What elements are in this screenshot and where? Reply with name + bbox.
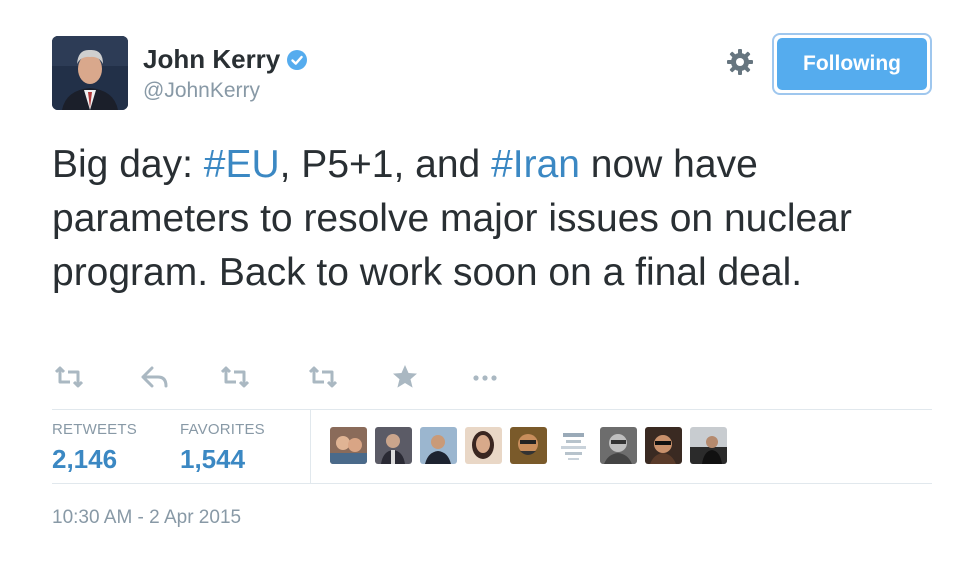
hashtag-link-iran[interactable]: #Iran bbox=[491, 143, 580, 186]
verified-badge-icon bbox=[286, 49, 308, 71]
author-name-row[interactable]: John Kerry bbox=[143, 44, 308, 75]
tweet-text-segment: Big day: bbox=[52, 143, 204, 186]
stats-top-divider bbox=[52, 409, 932, 410]
favorites-label: FAVORITES bbox=[180, 421, 265, 438]
following-button[interactable]: Following bbox=[772, 33, 932, 95]
author-name[interactable]: John Kerry bbox=[143, 44, 280, 75]
stats-separator bbox=[310, 410, 311, 483]
retweets-stat[interactable]: RETWEETS 2,146 bbox=[52, 421, 137, 475]
gear-icon[interactable] bbox=[724, 46, 756, 78]
more-icon[interactable] bbox=[468, 362, 502, 392]
tweet-timestamp[interactable]: 10:30 AM - 2 Apr 2015 bbox=[52, 507, 241, 529]
favoriter-avatar[interactable] bbox=[420, 427, 457, 464]
following-button-label: Following bbox=[777, 38, 927, 90]
favoriter-avatar[interactable] bbox=[465, 427, 502, 464]
retweet-icon[interactable] bbox=[306, 362, 340, 392]
tweet-text-segment: , P5+1, and bbox=[279, 143, 492, 186]
stats-bottom-divider bbox=[52, 483, 932, 484]
favoriter-avatar[interactable] bbox=[645, 427, 682, 464]
favoriter-avatar[interactable] bbox=[600, 427, 637, 464]
retweets-count: 2,146 bbox=[52, 444, 118, 474]
favoriters-avatars bbox=[330, 427, 727, 464]
reply-icon[interactable] bbox=[138, 362, 172, 392]
favoriter-avatar[interactable] bbox=[375, 427, 412, 464]
favoriter-avatar[interactable] bbox=[690, 427, 727, 464]
favorites-stat[interactable]: FAVORITES 1,544 bbox=[180, 421, 265, 475]
author-handle[interactable]: @JohnKerry bbox=[143, 79, 260, 103]
favoriter-avatar[interactable] bbox=[510, 427, 547, 464]
retweet-icon[interactable] bbox=[218, 362, 252, 392]
favoriter-avatar[interactable] bbox=[555, 427, 592, 464]
favorites-count: 1,544 bbox=[180, 444, 246, 474]
hashtag-link-eu[interactable]: #EU bbox=[204, 143, 280, 186]
retweets-label: RETWEETS bbox=[52, 421, 137, 438]
retweet-icon[interactable] bbox=[52, 362, 86, 392]
favorite-star-icon[interactable] bbox=[388, 362, 422, 392]
tweet-text: Big day: #EU, P5+1, and #Iran now have p… bbox=[52, 138, 932, 300]
author-avatar[interactable] bbox=[52, 36, 128, 110]
favoriter-avatar[interactable] bbox=[330, 427, 367, 464]
